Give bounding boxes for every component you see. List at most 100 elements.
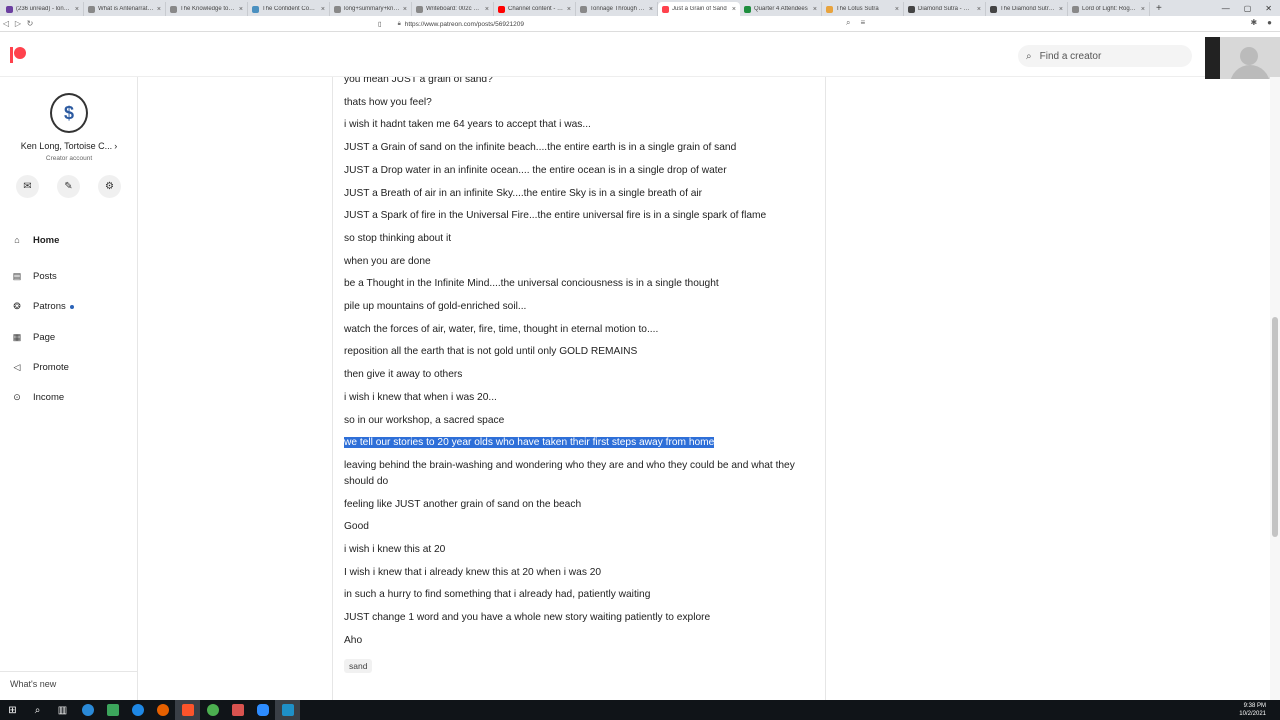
tab-close-icon[interactable]: × [649,6,653,13]
chrome-icon[interactable] [200,700,225,720]
browser-tab[interactable]: The Confident Coach × [248,2,330,16]
sidebar-item-patrons[interactable]: ❂ Patrons [0,292,138,322]
tab-favicon-icon [990,5,997,13]
whats-new-link[interactable]: What's new [0,671,138,696]
browser-tab[interactable]: Just a Grain of Sand × [658,2,740,16]
tab-close-icon[interactable]: × [1141,6,1145,13]
extensions-icon[interactable]: ✱ [1250,18,1257,27]
tab-close-icon[interactable]: × [75,6,79,13]
settings-icon[interactable]: ⚙︎ [98,175,121,198]
close-window-icon[interactable]: ✕ [1265,4,1272,13]
edge-icon[interactable] [75,700,100,720]
creator-name[interactable]: Ken Long, Tortoise C... › [0,141,138,151]
tab-close-icon[interactable]: × [732,6,736,13]
windows-start-icon[interactable]: ⊞ [0,700,25,720]
tab-favicon-icon [252,5,259,13]
maximize-icon[interactable]: ▢ [1244,4,1252,13]
tab-favicon-icon [744,5,751,13]
tab-close-icon[interactable]: × [239,6,243,13]
browser-tab[interactable]: Channel content - YouT× [494,2,576,16]
tab-favicon-icon [334,5,341,13]
patrons-icon: ❂ [13,301,21,312]
tab-title: Tonnage Through Tibet [590,6,646,12]
creator-avatar[interactable]: $ [50,93,88,133]
tab-title: Lord of Light: Roger Ze [1082,6,1138,12]
post-text-line: I wish i knew that i already knew this a… [344,566,602,578]
tab-title: What is Antenarrative? [98,6,154,12]
page-scrollbar[interactable] [1270,77,1280,700]
tab-close-icon[interactable]: × [485,6,489,13]
sheets-app-icon[interactable] [100,700,125,720]
promote-icon: ◁ [13,361,21,372]
chrome-icon[interactable] [125,700,150,720]
zoom-app-icon[interactable] [250,700,275,720]
zoom-icon[interactable]: ⌕ [846,18,850,28]
sidebar-item-label: Home [33,234,60,246]
snagit-icon[interactable] [225,700,250,720]
tab-title: The Lotus Sutra [836,6,879,12]
browser-tab-strip: (236 unread) - longke × What is Antenarrat… [0,0,1280,16]
tab-close-icon[interactable]: × [567,6,571,13]
tab-close-icon[interactable]: × [403,6,407,13]
back-icon[interactable]: ◁ [0,19,12,28]
search-box[interactable]: ⌕ [1018,45,1192,67]
selected-text: we tell our stories to 20 year olds who … [344,437,715,449]
browser-tab[interactable]: long+summary+knowl × [330,2,412,16]
browser-tab[interactable]: What is Antenarrative? × [84,2,166,16]
browser-tab[interactable]: Lord of Light: Roger Ze × [1068,2,1150,16]
home-icon: ⌂ [14,235,20,246]
post-text-line: so in our workshop, a sacred space [344,414,505,426]
browser-tab[interactable]: Tonnage Through Tibet × [576,2,658,16]
browser-tab[interactable]: Writeboard: 002c Stud × [412,2,494,16]
sidebar-item-home[interactable]: ⌂ Home [0,225,138,255]
tab-close-icon[interactable]: × [977,6,981,13]
messages-icon[interactable]: ✉︎ [16,175,39,198]
tab-close-icon[interactable]: × [895,6,899,13]
browser-tab[interactable]: The Lotus Sutra × [822,2,904,16]
firefox-icon[interactable] [150,700,175,720]
reader-icon[interactable]: ≡ [860,18,865,28]
bookmark-icon[interactable]: ▯ [378,20,382,28]
system-clock[interactable]: 9:38 PM 10/2/2021 [1239,702,1266,718]
tab-close-icon[interactable]: × [321,6,325,13]
task-view-icon[interactable]: ▥ [50,700,75,720]
browser-tab[interactable]: Diamond Sutra - Wikip × [904,2,986,16]
post-text-line: pile up mountains of gold-enriched soil.… [344,301,527,312]
os-taskbar: ⊞ ⌕ ▥ 9:38 PM 10/2/2021 [0,700,1280,720]
tab-close-icon[interactable]: × [1059,6,1063,13]
minimize-icon[interactable]: — [1222,4,1230,13]
browser-tab[interactable]: The Diamond Sutra (Ch× [986,2,1068,16]
post-text-line: i wish it hadnt taken me 64 years to acc… [344,119,591,131]
sidebar-item-promote[interactable]: ◁ Promote [0,352,138,382]
sidebar-item-posts[interactable]: ▤ Posts [0,261,138,291]
search-input[interactable] [1039,50,1170,62]
tab-close-icon[interactable]: × [813,6,817,13]
browser-tab[interactable]: The Knowledge to Incr × [166,2,248,16]
post-text-line: JUST a Grain of sand on the infinite bea… [344,142,737,154]
new-tab-button[interactable]: + [1150,3,1168,14]
forward-icon[interactable]: ▷ [12,19,24,28]
create-post-icon[interactable]: ✎ [57,175,80,198]
profile-icon[interactable]: ● [1267,18,1272,27]
brave-icon[interactable] [175,700,200,720]
patreon-logo[interactable] [10,47,27,63]
browser-tab[interactable]: (236 unread) - longke × [2,2,84,16]
tab-close-icon[interactable]: × [157,6,161,13]
url-text[interactable]: https://www.patreon.com/posts/56921209 [405,21,524,28]
screen-recorder-icon[interactable] [275,700,300,720]
post-text-line: watch the forces of air, water, fire, ti… [344,323,659,335]
address-bar[interactable]: ▯ 🔒︎ https://www.patreon.com/posts/56921… [378,18,524,30]
post-body: sand you mean JUST a grain of sand? thats… [332,77,826,700]
sidebar-item-income[interactable]: ⊙ Income [0,382,138,412]
post-text-line: thats how you feel? [344,96,432,108]
post-text-line: you mean JUST a grain of sand? [344,77,493,85]
post-tag[interactable]: sand [344,659,373,673]
browser-tab[interactable]: Quarter 4 Attendees × [740,2,822,16]
post-text-line: when you are done [344,255,431,267]
reload-icon[interactable]: ↻ [24,19,36,28]
sidebar-item-page[interactable]: ▦ Page [0,322,138,352]
taskbar-search-icon[interactable]: ⌕ [25,700,50,720]
scrollbar-thumb[interactable] [1272,317,1278,537]
chevron-right-icon: › [114,141,118,151]
tab-title: The Knowledge to Incr [180,6,236,12]
